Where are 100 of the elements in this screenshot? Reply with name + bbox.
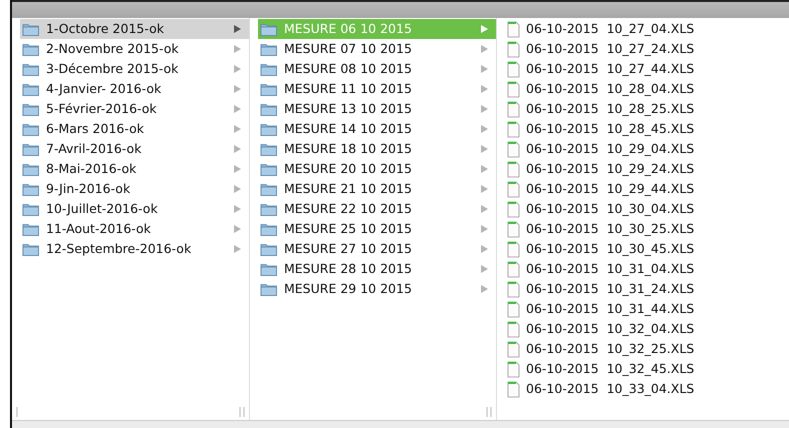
chevron-icon xyxy=(481,65,488,73)
folder-row[interactable]: 1-Octobre 2015-ok xyxy=(20,19,249,39)
file-name[interactable]: 06-10-2015 10_28_45.XLS xyxy=(526,120,694,138)
document-icon xyxy=(507,320,520,338)
folder-icon xyxy=(260,202,278,216)
document-icon xyxy=(507,20,520,38)
folder-row[interactable]: MESURE 28 10 2015 xyxy=(258,259,496,279)
folder-row[interactable]: 6-Mars 2016-ok xyxy=(20,119,249,139)
chevron-icon xyxy=(234,225,241,233)
folder-name: 7-Avril-2016-ok xyxy=(46,140,142,158)
file-name[interactable]: 06-10-2015 10_32_45.XLS xyxy=(526,360,694,378)
file-name[interactable]: 06-10-2015 10_27_44.XLS xyxy=(526,60,694,78)
column-resize-icon[interactable] xyxy=(486,407,492,417)
folder-row[interactable]: MESURE 18 10 2015 xyxy=(258,139,496,159)
folder-name: 12-Septembre-2016-ok xyxy=(46,240,192,258)
folder-name: MESURE 25 10 2015 xyxy=(284,220,413,238)
folder-row[interactable]: MESURE 20 10 2015 xyxy=(258,159,496,179)
chevron-icon xyxy=(481,25,488,33)
folder-row[interactable]: 5-Février-2016-ok xyxy=(20,99,249,119)
file-name[interactable]: 06-10-2015 10_30_04.XLS xyxy=(526,200,694,218)
column-resize-icon[interactable] xyxy=(16,407,19,417)
folder-name: MESURE 11 10 2015 xyxy=(284,80,413,98)
document-icon xyxy=(507,260,520,278)
document-icon xyxy=(507,60,520,78)
file-name[interactable]: 06-10-2015 10_28_25.XLS xyxy=(526,100,694,118)
file-name[interactable]: 06-10-2015 10_31_44.XLS xyxy=(526,300,694,318)
folder-icon xyxy=(260,62,278,76)
folder-icon xyxy=(260,42,278,56)
document-icon xyxy=(507,200,520,218)
document-icon xyxy=(507,360,520,378)
file-name[interactable]: 06-10-2015 10_29_44.XLS xyxy=(526,180,694,198)
folder-row[interactable]: MESURE 14 10 2015 xyxy=(258,119,496,139)
folder-icon xyxy=(260,262,278,276)
chevron-icon xyxy=(481,205,488,213)
file-name[interactable]: 06-10-2015 10_29_24.XLS xyxy=(526,160,694,178)
file-name[interactable]: 06-10-2015 10_32_25.XLS xyxy=(526,340,694,358)
file-name[interactable]: 06-10-2015 10_31_24.XLS xyxy=(526,280,694,298)
folder-row[interactable]: MESURE 27 10 2015 xyxy=(258,239,496,259)
folder-row[interactable]: MESURE 11 10 2015 xyxy=(258,79,496,99)
folder-icon xyxy=(22,82,40,96)
folder-name: MESURE 07 10 2015 xyxy=(284,40,413,58)
file-name[interactable]: 06-10-2015 10_31_04.XLS xyxy=(526,260,694,278)
document-icon xyxy=(507,120,520,138)
folder-icon xyxy=(22,62,40,76)
folder-row[interactable]: 7-Avril-2016-ok xyxy=(20,139,249,159)
column-resize-icon[interactable] xyxy=(239,407,245,417)
folder-name: MESURE 22 10 2015 xyxy=(284,200,413,218)
folder-name: MESURE 14 10 2015 xyxy=(284,120,413,138)
document-icon xyxy=(507,240,520,258)
folder-row[interactable]: 4-Janvier- 2016-ok xyxy=(20,79,249,99)
folder-name: MESURE 28 10 2015 xyxy=(284,260,413,278)
folder-row[interactable]: MESURE 07 10 2015 xyxy=(258,39,496,59)
chevron-icon xyxy=(481,125,488,133)
folder-icon xyxy=(260,102,278,116)
chevron-icon xyxy=(234,25,241,33)
folder-row[interactable]: MESURE 22 10 2015 xyxy=(258,199,496,219)
file-name[interactable]: 06-10-2015 10_33_04.XLS xyxy=(526,380,694,398)
folder-row[interactable]: MESURE 25 10 2015 xyxy=(258,219,496,239)
document-icon xyxy=(507,140,520,158)
folder-row[interactable]: MESURE 21 10 2015 xyxy=(258,179,496,199)
chevron-icon xyxy=(481,265,488,273)
chevron-icon xyxy=(234,245,241,253)
folder-row[interactable]: 12-Septembre-2016-ok xyxy=(20,239,249,259)
document-icon xyxy=(507,340,520,358)
chevron-icon xyxy=(481,165,488,173)
folder-row[interactable]: MESURE 08 10 2015 xyxy=(258,59,496,79)
folder-row[interactable]: 3-Décembre 2015-ok xyxy=(20,59,249,79)
folder-icon xyxy=(260,162,278,176)
file-name[interactable]: 06-10-2015 10_27_04.XLS xyxy=(526,20,694,38)
file-name[interactable]: 06-10-2015 10_30_45.XLS xyxy=(526,240,694,258)
horizontal-scrollbar[interactable] xyxy=(12,420,789,428)
folder-name: 4-Janvier- 2016-ok xyxy=(46,80,162,98)
folder-icon xyxy=(260,242,278,256)
folder-row[interactable]: MESURE 13 10 2015 xyxy=(258,99,496,119)
file-name[interactable]: 06-10-2015 10_30_25.XLS xyxy=(526,220,694,238)
chevron-icon xyxy=(481,45,488,53)
folder-row[interactable]: 8-Mai-2016-ok xyxy=(20,159,249,179)
chevron-icon xyxy=(234,205,241,213)
chevron-icon xyxy=(481,185,488,193)
chevron-icon xyxy=(234,85,241,93)
folder-row[interactable]: 9-Jin-2016-ok xyxy=(20,179,249,199)
folder-icon xyxy=(260,182,278,196)
folder-row[interactable]: MESURE 29 10 2015 xyxy=(258,279,496,299)
document-icon xyxy=(507,80,520,98)
folder-name: MESURE 06 10 2015 xyxy=(284,20,413,38)
folder-name: 3-Décembre 2015-ok xyxy=(46,60,180,78)
document-icon xyxy=(507,40,520,58)
file-name[interactable]: 06-10-2015 10_29_04.XLS xyxy=(526,140,694,158)
folder-row[interactable]: 11-Aout-2016-ok xyxy=(20,219,249,239)
folder-icon xyxy=(22,142,40,156)
chevron-icon xyxy=(234,165,241,173)
folder-row[interactable]: 10-Juillet-2016-ok xyxy=(20,199,249,219)
file-name[interactable]: 06-10-2015 10_32_04.XLS xyxy=(526,320,694,338)
document-icon xyxy=(507,160,520,178)
file-name[interactable]: 06-10-2015 10_27_24.XLS xyxy=(526,40,694,58)
folder-name: 11-Aout-2016-ok xyxy=(46,220,152,238)
file-name[interactable]: 06-10-2015 10_28_04.XLS xyxy=(526,80,694,98)
folder-row[interactable]: 2-Novembre 2015-ok xyxy=(20,39,249,59)
folder-icon xyxy=(260,22,278,36)
document-icon xyxy=(507,380,520,398)
